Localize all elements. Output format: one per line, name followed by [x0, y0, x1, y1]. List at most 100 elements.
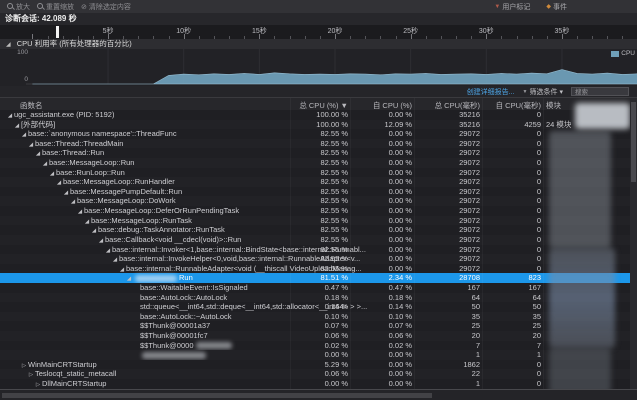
- zoom-reset-button[interactable]: 重置缩放: [37, 2, 74, 12]
- function-name: base::Thread::ThreadMain: [35, 139, 123, 148]
- self-cpu-pct: 0.00 %: [389, 177, 412, 187]
- self-cpu-ms: 64: [533, 293, 541, 303]
- column-separator: [482, 98, 483, 389]
- total-cpu-pct: 82.55 %: [320, 158, 348, 168]
- total-cpu-ms: 29072: [459, 206, 480, 216]
- self-cpu-ms: 167: [528, 283, 541, 293]
- total-cpu-ms: 25: [472, 321, 480, 331]
- filter-dropdown[interactable]: ▼ 筛选条件 ▾: [523, 87, 563, 97]
- total-cpu-ms: 29072: [459, 148, 480, 158]
- total-cpu-ms: 29072: [459, 177, 480, 187]
- self-cpu-pct: 12.09 %: [384, 120, 412, 130]
- table-row[interactable]: ◢base::Thread::ThreadMain82.55 %0.00 %29…: [0, 139, 630, 149]
- ruler-tick-label: 5秒: [103, 26, 114, 36]
- table-row[interactable]: ◢base::MessageLoop::RunTask82.55 %0.00 %…: [0, 216, 630, 226]
- clear-selection-icon: ⊘: [81, 3, 87, 11]
- table-row[interactable]: $$Thunk@00001a370.07 %0.07 %2525: [0, 321, 630, 331]
- user-marks-legend[interactable]: ▼ 用户标记: [494, 2, 530, 12]
- censor-patch: [575, 103, 630, 129]
- function-name: base::MessagePumpDefault::Run: [70, 187, 182, 196]
- total-cpu-pct: 81.51 %: [320, 273, 348, 283]
- table-row[interactable]: ◢base::internal::RunnableAdapter<void (_…: [0, 264, 630, 274]
- table-row[interactable]: ◢base::MessagePumpDefault::Run82.55 %0.0…: [0, 187, 630, 197]
- clear-selection-button[interactable]: ⊘ 清除选定内容: [81, 2, 131, 12]
- function-name: $$Thunk@00001fc7: [140, 331, 208, 340]
- table-row[interactable]: $$Thunk@00000.02 %0.02 %77: [0, 341, 630, 351]
- cpu-track-title: CPU 利用率 (所有处理器的百分比): [17, 39, 132, 48]
- horizontal-scrollbar-thumb[interactable]: [2, 393, 432, 398]
- function-name: Run: [179, 273, 193, 282]
- table-row[interactable]: std::queue<__int64,std::deque<__int64,st…: [0, 302, 630, 312]
- self-cpu-pct: 0.47 %: [389, 283, 412, 293]
- zoom-in-icon: [7, 3, 14, 10]
- vertical-scrollbar[interactable]: [630, 98, 637, 389]
- track-expander-icon[interactable]: ◢: [6, 42, 11, 48]
- search-input[interactable]: 搜索: [571, 87, 629, 96]
- function-name: base::`anonymous namespace'::ThreadFunc: [28, 129, 177, 138]
- timeline-ruler[interactable]: 5秒10秒15秒20秒25秒30秒35秒: [0, 25, 637, 40]
- table-row[interactable]: 0.00 %0.00 %11: [0, 350, 630, 360]
- total-cpu-ms: 29072: [459, 139, 480, 149]
- table-row[interactable]: $$Thunk@00001fc70.06 %0.06 %2020: [0, 331, 630, 341]
- table-row[interactable]: ▷DllMainCRTStartup0.00 %0.00 %10: [0, 379, 630, 389]
- cpu-track-header[interactable]: ◢ CPU 利用率 (所有处理器的百分比): [0, 39, 637, 49]
- table-row[interactable]: ▷Teslocqt_static_metacall0.06 %0.00 %220: [0, 369, 630, 379]
- timeline-caret[interactable]: [56, 26, 59, 38]
- zoom-in-button[interactable]: 放大: [7, 2, 30, 12]
- total-cpu-ms: 29072: [459, 225, 480, 235]
- table-row[interactable]: base::AutoLock::~AutoLock0.10 %0.10 %353…: [0, 312, 630, 322]
- table-row[interactable]: ◢base::debug::TaskAnnotator::RunTask82.5…: [0, 225, 630, 235]
- table-row[interactable]: ◢base::internal::Invoker<1,base::interna…: [0, 245, 630, 255]
- table-row[interactable]: ◢base::MessageLoop::DeferOrRunPendingTas…: [0, 206, 630, 216]
- table-row[interactable]: ◢base::MessageLoop::RunHandler82.55 %0.0…: [0, 177, 630, 187]
- column-separator: [414, 98, 415, 389]
- table-row[interactable]: ◢base::Callback<void __cdecl(void)>::Run…: [0, 235, 630, 245]
- zoom-reset-label: 重置缩放: [46, 2, 74, 12]
- table-row[interactable]: ◢base::MessageLoop::DoWork82.55 %0.00 %2…: [0, 196, 630, 206]
- total-cpu-pct: 0.00 %: [325, 350, 348, 360]
- ruler-tick-label: 35秒: [555, 26, 570, 36]
- self-cpu-ms: 4259: [524, 120, 541, 130]
- function-name: base::Callback<void __cdecl(void)>::Run: [105, 235, 241, 244]
- self-cpu-ms: 0: [537, 168, 541, 178]
- vertical-scrollbar-thumb[interactable]: [631, 102, 636, 182]
- self-cpu-pct: 0.00 %: [389, 225, 412, 235]
- table-row[interactable]: ◢base::`anonymous namespace'::ThreadFunc…: [0, 129, 630, 139]
- clear-selection-label: 清除选定内容: [89, 2, 131, 12]
- table-row[interactable]: base::WaitableEvent::IsSignaled0.47 %0.4…: [0, 283, 630, 293]
- table-row[interactable]: base::AutoLock::AutoLock0.18 %0.18 %6464: [0, 293, 630, 303]
- total-cpu-ms: 20: [472, 331, 480, 341]
- funnel-icon: ▼: [523, 89, 528, 95]
- table-row[interactable]: ◢base::Thread::Run82.55 %0.00 %290720: [0, 148, 630, 158]
- events-legend[interactable]: ◆ 事件: [546, 2, 567, 12]
- table-row[interactable]: ◢base::internal::InvokeHelper<0,void,bas…: [0, 254, 630, 264]
- horizontal-scrollbar[interactable]: [0, 389, 637, 400]
- ruler-tick-label: 25秒: [403, 26, 418, 36]
- table-row[interactable]: ▷WinMainCRTStartup5.29 %0.00 %18620: [0, 360, 630, 370]
- self-cpu-ms: 0: [537, 129, 541, 139]
- triangle-marker-icon: ▼: [494, 4, 500, 10]
- row-expander-icon[interactable]: ▷: [34, 381, 42, 389]
- total-cpu-pct: 82.55 %: [320, 225, 348, 235]
- total-cpu-ms: 29072: [459, 196, 480, 206]
- total-cpu-pct: 0.47 %: [325, 283, 348, 293]
- table-row-selected[interactable]: ◢Run81.51 %2.34 %28708823: [0, 273, 630, 283]
- cpu-chart[interactable]: 100 0 CPU: [0, 49, 637, 86]
- table-row[interactable]: ◢ugc_assistant.exe (PID: 5192)100.00 %0.…: [0, 110, 630, 120]
- function-name: base::Thread::Run: [42, 148, 104, 157]
- function-name: base::MessageLoop::DeferOrRunPendingTask: [84, 206, 239, 215]
- table-row[interactable]: ◢[外部代码]100.00 %12.09 %35216425924 模块: [0, 120, 630, 130]
- zoom-reset-icon: [37, 3, 44, 10]
- self-cpu-pct: 0.00 %: [389, 168, 412, 178]
- table-row[interactable]: ◢base::MessageLoop::Run82.55 %0.00 %2907…: [0, 158, 630, 168]
- self-cpu-ms: 0: [537, 245, 541, 255]
- session-duration: 诊断会话: 42.089 秒: [0, 13, 637, 25]
- total-cpu-pct: 0.18 %: [325, 293, 348, 303]
- table-row[interactable]: ◢base::RunLoop::Run82.55 %0.00 %290720: [0, 168, 630, 178]
- self-cpu-pct: 0.00 %: [389, 235, 412, 245]
- total-cpu-pct: 0.06 %: [325, 331, 348, 341]
- self-cpu-pct: 0.00 %: [389, 187, 412, 197]
- create-report-link[interactable]: 创建详细报告...: [467, 87, 515, 97]
- self-cpu-ms: 0: [537, 264, 541, 274]
- self-cpu-ms: 0: [537, 225, 541, 235]
